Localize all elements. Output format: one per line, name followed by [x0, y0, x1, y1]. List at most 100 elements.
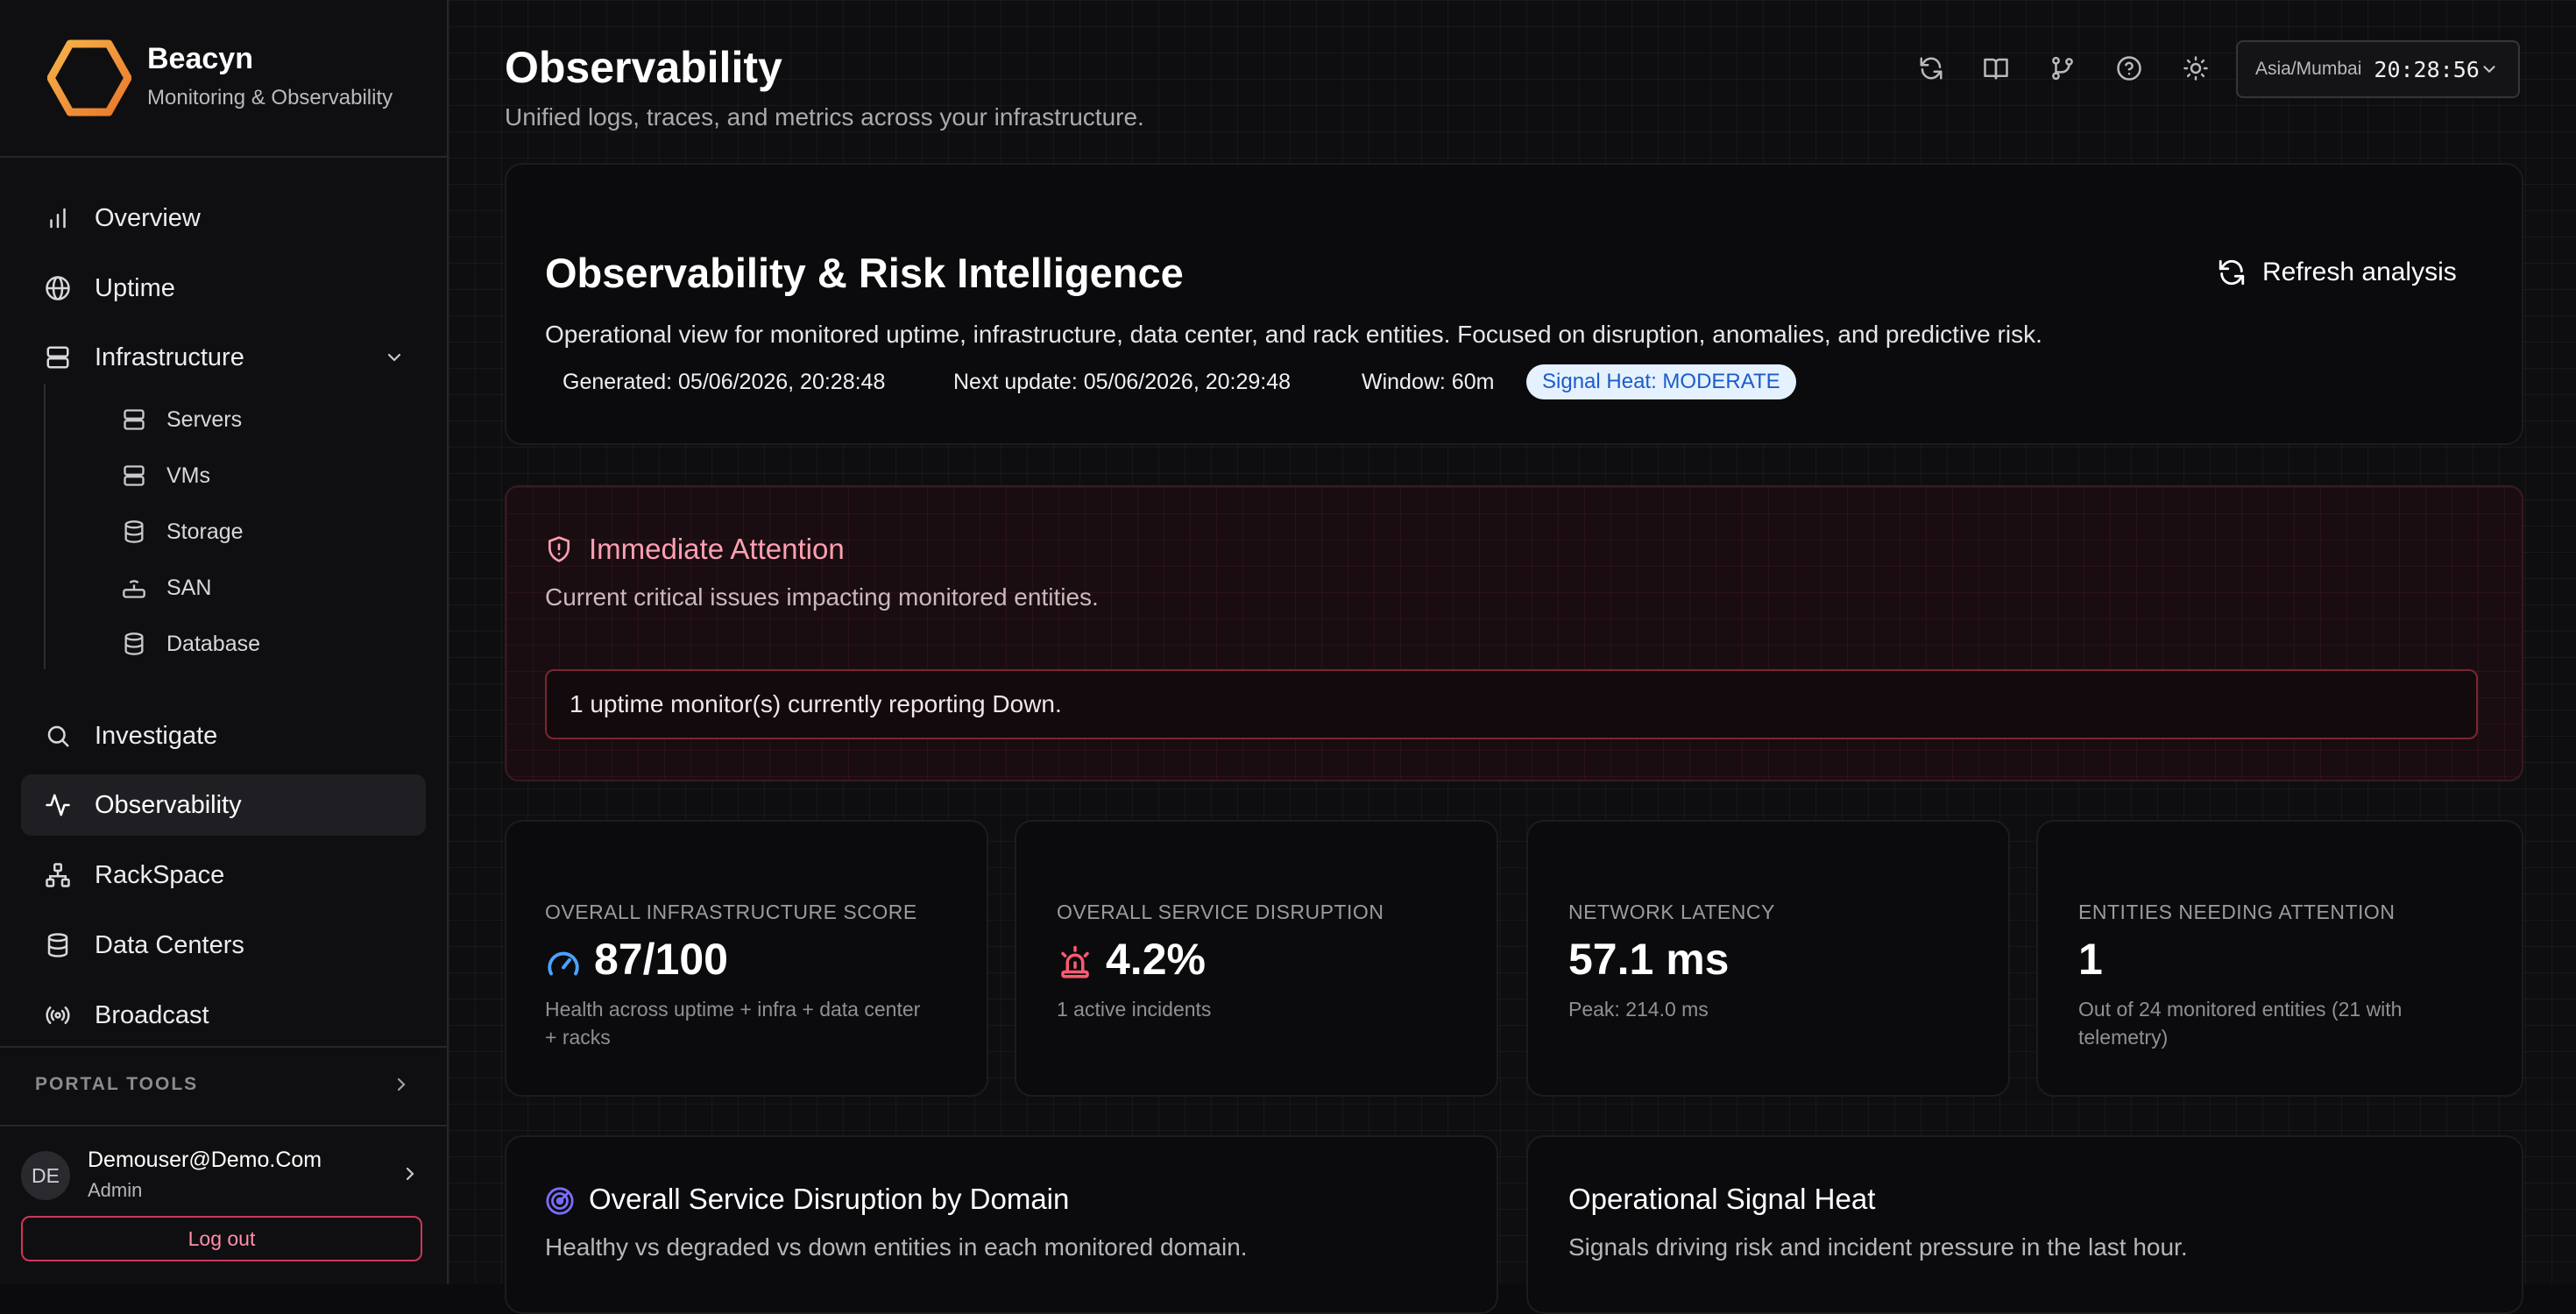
section-title: Operational Signal Heat: [1568, 1183, 1876, 1215]
kpi-note: Peak: 214.0 ms: [1568, 998, 1709, 1021]
activity-icon: [40, 788, 75, 823]
kpi-label: NETWORK LATENCY: [1568, 901, 1775, 923]
server-icon: [40, 340, 75, 375]
alert-subtitle: Current critical issues impacting monito…: [545, 583, 1099, 611]
logout-button[interactable]: Log out: [21, 1216, 422, 1261]
signal-heat-badge: Signal Heat: MODERATE: [1526, 364, 1796, 399]
page-subtitle: Unified logs, traces, and metrics across…: [505, 103, 1144, 131]
user-email: Demouser@Demo.Com: [88, 1148, 322, 1172]
kpi-label: OVERALL INFRASTRUCTURE SCORE: [545, 901, 917, 923]
sidebar-item-label: Uptime: [95, 273, 175, 302]
broadcast-icon: [40, 998, 75, 1033]
siren-icon: [1057, 944, 1093, 986]
window-length: Window: 60m: [1362, 370, 1495, 394]
sidebar-item-observability[interactable]: Observability: [21, 774, 426, 836]
book-icon[interactable]: [1978, 51, 2013, 86]
sidebar-item-database[interactable]: Database: [119, 623, 260, 665]
bar-chart-icon: [40, 201, 75, 236]
kpi-note: Health across uptime + infra + data cent…: [545, 998, 921, 1049]
database-icon: [119, 517, 149, 547]
sidebar-item-overview[interactable]: Overview: [21, 187, 426, 249]
timezone-name: Asia/Mumbai: [2255, 59, 2362, 79]
git-branch-icon[interactable]: [2045, 51, 2080, 86]
sidebar-item-label: Overview: [95, 203, 201, 232]
gauge-icon: [545, 946, 582, 987]
refresh-icon[interactable]: [1914, 51, 1949, 86]
kpi-card-entities-attention: [2036, 820, 2523, 1097]
sidebar-item-rackspace[interactable]: RackSpace: [21, 844, 426, 906]
next-update-time: Next update: 05/06/2026, 20:29:48: [953, 370, 1292, 394]
refresh-analysis-label: Refresh analysis: [2262, 258, 2457, 286]
database-icon: [119, 629, 149, 659]
network-icon: [40, 858, 75, 893]
sidebar-item-servers[interactable]: Servers: [119, 399, 242, 441]
sidebar-item-san[interactable]: SAN: [119, 567, 211, 609]
kpi-note: Out of 24 monitored entities (21 with te…: [2078, 998, 2403, 1049]
section-subtitle: Healthy vs degraded vs down entities in …: [545, 1233, 1248, 1261]
server-icon: [119, 405, 149, 434]
brand-subtitle: Monitoring & Observability: [147, 86, 393, 110]
avatar[interactable]: DE: [21, 1151, 70, 1200]
risk-description: Operational view for monitored uptime, i…: [545, 321, 2042, 348]
portal-tools-label: PORTAL TOOLS: [35, 1074, 199, 1094]
hexagon-logo-icon: [47, 39, 131, 117]
sun-icon[interactable]: [2178, 51, 2213, 86]
radar-icon: [545, 1186, 575, 1220]
user-role: Admin: [88, 1179, 143, 1201]
sidebar-item-label: Observability: [95, 790, 242, 819]
alert-message[interactable]: 1 uptime monitor(s) currently reporting …: [545, 669, 2478, 739]
disruption-by-domain-card: [505, 1135, 1498, 1314]
alert-title: Immediate Attention: [589, 533, 845, 565]
section-subtitle: Signals driving risk and incident pressu…: [1568, 1233, 2188, 1261]
sidebar-item-uptime[interactable]: Uptime: [21, 258, 426, 319]
portal-tools[interactable]: PORTAL TOOLS: [0, 1046, 447, 1127]
sidebar-item-investigate[interactable]: Investigate: [21, 705, 426, 766]
sidebar-item-label: Broadcast: [95, 1000, 209, 1029]
database-icon: [40, 928, 75, 963]
sidebar-item-storage[interactable]: Storage: [119, 511, 244, 553]
sidebar-item-label: VMs: [166, 463, 210, 488]
section-title: Overall Service Disruption by Domain: [589, 1183, 1070, 1215]
alert-message-text: 1 uptime monitor(s) currently reporting …: [570, 690, 1062, 717]
help-icon[interactable]: [2112, 51, 2147, 86]
kpi-value: 1: [2078, 935, 2103, 984]
sidebar-item-label: Infrastructure: [95, 343, 244, 371]
brand-name: Beacyn: [147, 42, 253, 75]
sidebar-item-label: SAN: [166, 575, 212, 600]
sidebar-item-label: RackSpace: [95, 860, 225, 889]
kpi-label: OVERALL SERVICE DISRUPTION: [1057, 901, 1384, 923]
sidebar-item-infrastructure[interactable]: Infrastructure: [21, 327, 426, 388]
clock-time: 20:28:56: [2374, 56, 2480, 82]
risk-intelligence-card: [505, 163, 2523, 445]
chevron-right-icon[interactable]: [400, 1163, 421, 1189]
sidebar: Beacyn Monitoring & Observability Overvi…: [0, 0, 449, 1284]
refresh-analysis-button[interactable]: Refresh analysis: [2217, 258, 2457, 287]
generated-time: Generated: 05/06/2026, 20:28:48: [563, 370, 886, 394]
submenu-rail: [44, 384, 46, 669]
sidebar-item-broadcast[interactable]: Broadcast: [21, 985, 426, 1046]
chevron-down-icon: [2480, 60, 2499, 83]
brand: Beacyn Monitoring & Observability: [0, 0, 447, 158]
router-icon: [119, 573, 149, 603]
search-icon: [40, 718, 75, 753]
sidebar-item-label: Database: [166, 631, 261, 656]
page-title: Observability: [505, 43, 782, 92]
chevron-down-icon[interactable]: [384, 346, 405, 375]
shield-alert-icon: [545, 533, 573, 570]
signal-heat-card: [1526, 1135, 2523, 1314]
refresh-icon: [2217, 258, 2247, 287]
kpi-value: 87/100: [594, 935, 728, 984]
sidebar-item-label: Investigate: [95, 721, 218, 750]
sidebar-item-label: Data Centers: [95, 930, 244, 959]
kpi-note: 1 active incidents: [1057, 998, 1212, 1021]
risk-title: Observability & Risk Intelligence: [545, 250, 1184, 296]
kpi-value: 4.2%: [1106, 935, 1206, 984]
server-icon: [119, 461, 149, 491]
sidebar-item-data-centers[interactable]: Data Centers: [21, 915, 426, 976]
timezone-selector[interactable]: Asia/Mumbai 20:28:56: [2236, 40, 2520, 98]
kpi-value: 57.1 ms: [1568, 935, 1730, 984]
globe-icon: [40, 271, 75, 306]
sidebar-item-vms[interactable]: VMs: [119, 455, 210, 497]
sidebar-item-label: Storage: [166, 519, 244, 544]
sidebar-item-label: Servers: [166, 406, 243, 432]
